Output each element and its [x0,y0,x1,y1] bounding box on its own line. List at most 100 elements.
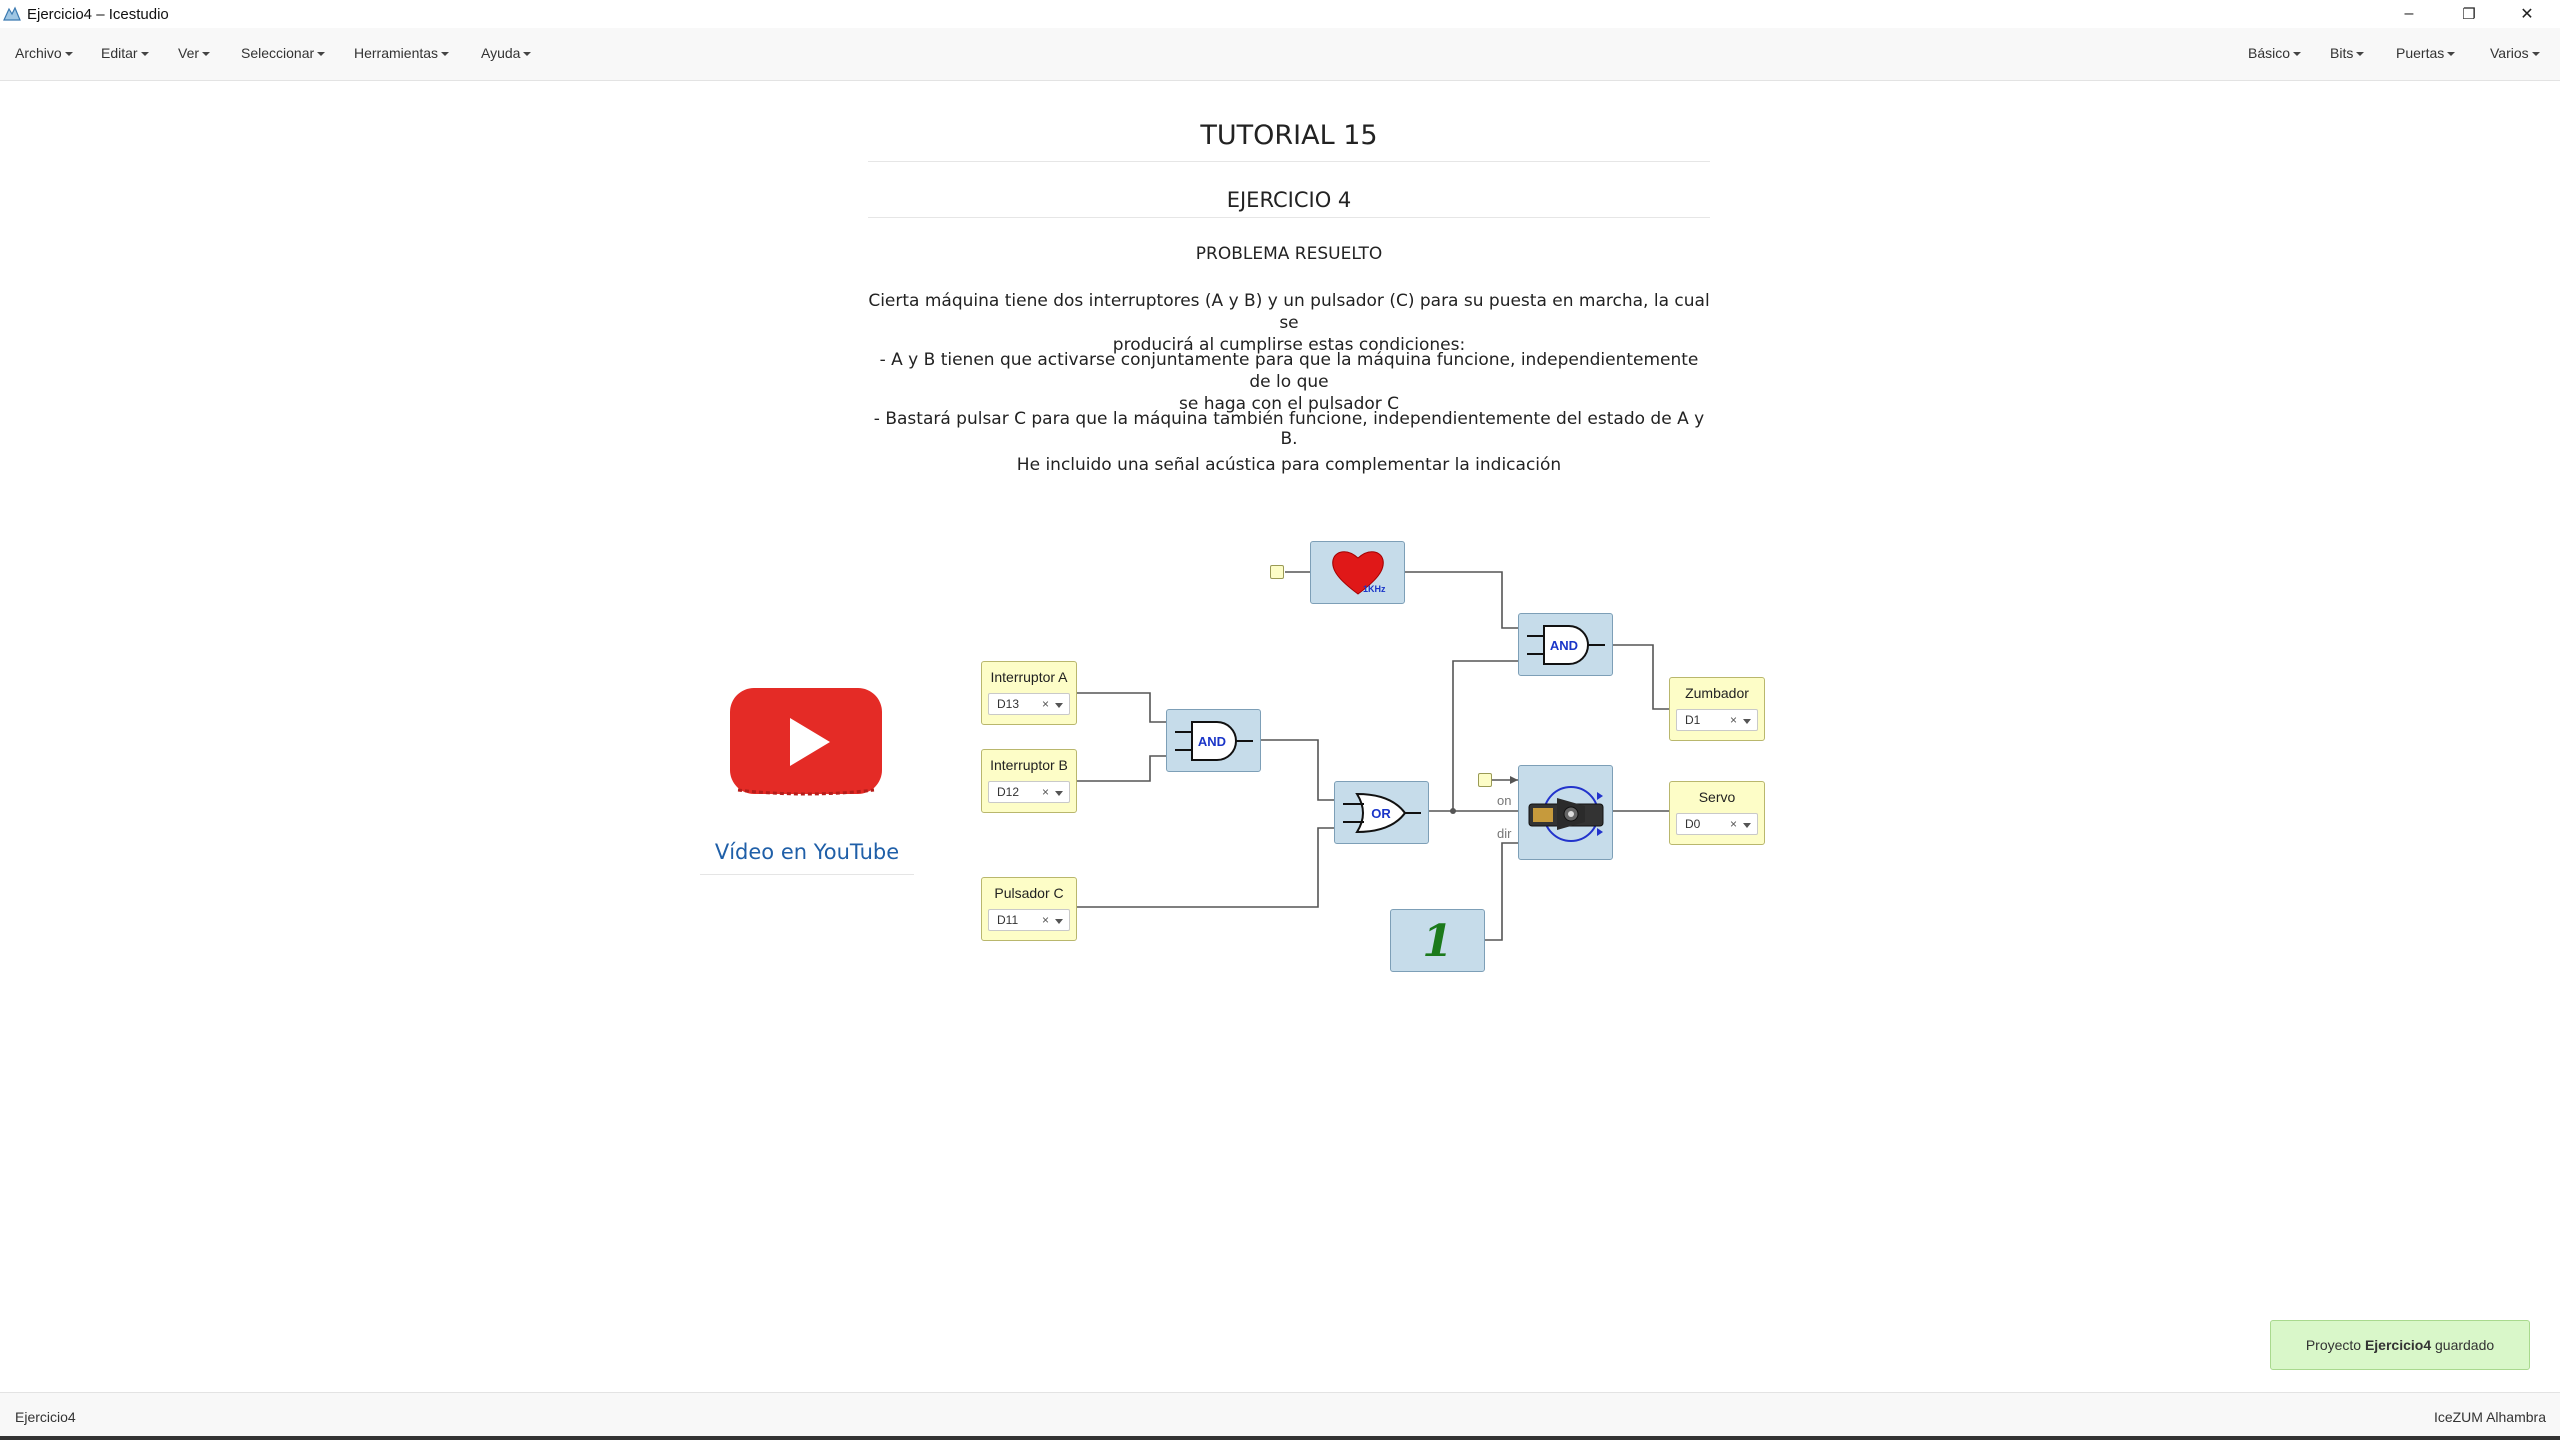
menu-puertas[interactable]: Puertas [2396,45,2456,61]
status-bar: Ejercicio4 IceZUM Alhambra [0,1392,2560,1437]
clock-1khz-block[interactable]: 1KHz [1310,541,1405,604]
menu-bits[interactable]: Bits [2330,45,2365,61]
menu-seleccionar[interactable]: Seleccionar [241,45,326,61]
input-interruptor-a[interactable]: Interruptor A D13 × [981,661,1077,725]
and-gate-icon: AND [1175,721,1253,761]
caret-down-icon [523,52,532,57]
chevron-down-icon[interactable] [1743,823,1751,828]
menu-varios-label: Varios [2490,45,2529,61]
and-gate-block[interactable]: AND [1166,709,1261,772]
restore-button[interactable]: ❐ [2440,0,2498,28]
pin-value: D11 [997,913,1019,927]
output-zumbador[interactable]: Zumbador D1 × [1669,677,1765,741]
window-bottom-border [0,1436,2560,1440]
input-label: Pulsador C [994,885,1064,901]
clear-icon[interactable]: × [1042,697,1049,711]
pin-select[interactable]: D13 × [988,693,1070,715]
caret-down-icon [317,52,326,57]
paragraph-2-line-1: - A y B tienen que activarse conjuntamen… [879,350,1699,392]
menu-archivo[interactable]: Archivo [15,45,73,61]
caret-down-icon [2531,52,2540,57]
pin-value: D1 [1685,713,1701,727]
exercise-subtitle: EJERCICIO 4 [1226,188,1352,212]
chevron-down-icon[interactable] [1055,791,1063,796]
output-servo[interactable]: Servo D0 × [1669,781,1765,845]
clear-icon[interactable]: × [1042,785,1049,799]
toast-suffix: guardado [2435,1337,2495,1353]
menu-seleccionar-label: Seleccionar [241,45,315,61]
menu-ver[interactable]: Ver [178,45,211,61]
close-button[interactable]: ✕ [2498,0,2556,28]
caret-down-icon [202,52,211,57]
problem-paragraph-4: He incluido una señal acústica para comp… [1016,455,1562,475]
constant-input-port[interactable] [1270,565,1284,579]
pin-value: D13 [997,697,1020,711]
window-titlebar: Ejercicio4 – Icestudio – ❐ ✕ [0,0,2560,28]
subtitle-divider [868,217,1710,218]
output-label: Zumbador [1685,685,1749,701]
constant-value-label: 1 [1422,916,1453,967]
menu-puertas-label: Puertas [2396,45,2445,61]
save-notification[interactable]: Proyecto Ejercicio4 guardado [2270,1320,2530,1370]
caret-down-icon [2356,52,2365,57]
caret-down-icon [64,52,73,57]
menu-basico[interactable]: Básico [2248,45,2302,61]
servo-motor-icon [1528,786,1604,842]
status-project-name: Ejercicio4 [15,1409,76,1425]
youtube-play-icon[interactable] [728,686,884,800]
input-interruptor-b[interactable]: Interruptor B D12 × [981,749,1077,813]
caret-down-icon [2293,52,2302,57]
input-label: Interruptor B [990,757,1068,773]
servo-block[interactable] [1518,765,1613,860]
circuit-wires [1077,568,1669,941]
menu-ayuda[interactable]: Ayuda [481,45,532,61]
link-divider [700,874,914,875]
status-board-name[interactable]: IceZUM Alhambra [2434,1409,2546,1425]
youtube-video-link[interactable]: Vídeo en YouTube [700,840,914,864]
and-gate-block[interactable]: AND [1518,613,1613,676]
title-divider [868,161,1710,162]
menu-bits-label: Bits [2330,45,2354,61]
pin-value: D12 [997,785,1020,799]
chevron-down-icon[interactable] [1743,719,1751,724]
pin-select[interactable]: D0 × [1676,813,1758,835]
menu-editar[interactable]: Editar [101,45,149,61]
menu-basico-label: Básico [2248,45,2291,61]
chevron-down-icon[interactable] [1055,703,1063,708]
minimize-button[interactable]: – [2380,0,2438,28]
problem-heading: PROBLEMA RESUELTO [1195,244,1383,264]
menu-ayuda-label: Ayuda [481,45,521,61]
problem-paragraph-2: - A y B tienen que activarse conjuntamen… [868,349,1710,415]
clear-icon[interactable]: × [1730,817,1737,831]
menu-archivo-label: Archivo [15,45,62,61]
pin-select[interactable]: D1 × [1676,709,1758,731]
icestudio-logo-icon [3,6,21,21]
pin-select[interactable]: D11 × [988,909,1070,931]
toast-prefix: Proyecto [2305,1337,2362,1353]
caret-down-icon [441,52,450,57]
clock-frequency-label: 1KHz [1363,584,1386,594]
menu-herramientas[interactable]: Herramientas [354,45,450,61]
menubar: Archivo Editar Ver Seleccionar Herramien… [0,28,2560,81]
caret-down-icon [2447,52,2456,57]
clear-icon[interactable]: × [1042,913,1049,927]
input-pulsador-c[interactable]: Pulsador C D11 × [981,877,1077,941]
pin-value: D0 [1685,817,1701,831]
pin-select[interactable]: D12 × [988,781,1070,803]
servo-port-dir-label: dir [1497,826,1512,841]
toast-project-name: Ejercicio4 [2364,1337,2432,1353]
paragraph-1-line-1: Cierta máquina tiene dos interruptores (… [868,291,1710,333]
menu-ver-label: Ver [178,45,200,61]
caret-down-icon [140,52,149,57]
window-title: Ejercicio4 – Icestudio [27,6,169,23]
chevron-down-icon[interactable] [1055,919,1063,924]
constant-input-port[interactable] [1478,773,1492,787]
clear-icon[interactable]: × [1730,713,1737,727]
or-gate-block[interactable]: OR [1334,781,1429,844]
constant-one-block[interactable]: 1 [1390,909,1485,972]
gate-type-label: AND [1550,638,1578,653]
problem-paragraph-1: Cierta máquina tiene dos interruptores (… [868,290,1710,356]
gate-type-label: OR [1371,806,1391,821]
output-label: Servo [1698,789,1736,805]
menu-varios[interactable]: Varios [2490,45,2540,61]
